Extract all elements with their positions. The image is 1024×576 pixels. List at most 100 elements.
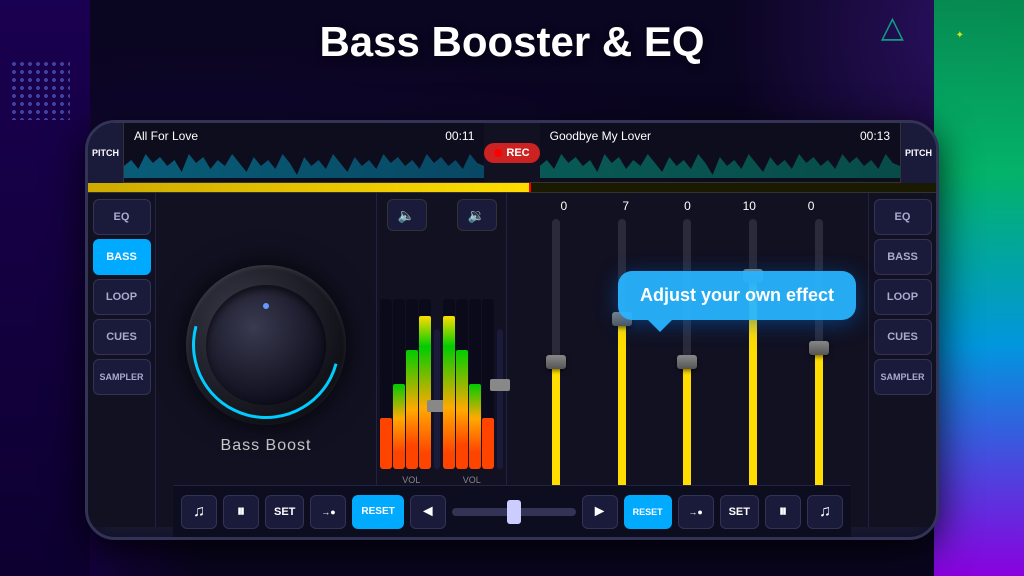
waveform-visual-right — [540, 148, 900, 178]
vol-left-label: VOL — [402, 475, 420, 485]
transport-arrow-rec-left[interactable]: →● — [310, 495, 346, 529]
eq-fill-910hz — [683, 362, 691, 505]
pitch-left-label: PITCH — [92, 148, 119, 158]
vu-meters-area: 🔈 🔉 — [376, 193, 506, 527]
vu-bar-2 — [393, 299, 405, 469]
vu-bar-3 — [406, 299, 418, 469]
fader-right-track[interactable] — [497, 329, 503, 469]
eq-fill-14khz — [815, 348, 823, 505]
eq-values-row: 0 7 0 10 0 — [513, 197, 862, 215]
star-decoration: ✦ — [956, 30, 964, 41]
eq-fill-230hz — [618, 319, 626, 505]
left-cues-button[interactable]: CUES — [93, 319, 151, 355]
eq-slider-910hz-track[interactable] — [683, 219, 691, 505]
eq-sliders-row: 60HZ 230HZ 910HZ — [513, 215, 862, 523]
timeline-marker — [529, 183, 531, 192]
vol-labels-row: VOL VOL — [381, 475, 502, 485]
left-sampler-button[interactable]: SAMPLER — [93, 359, 151, 395]
eq-handle-910hz[interactable] — [677, 355, 697, 369]
knob-indicator — [262, 302, 270, 310]
eq-slider-230hz-track[interactable] — [618, 219, 626, 505]
knob-area: Bass Boost — [156, 193, 376, 527]
eq-value-4: 10 — [729, 199, 769, 213]
transport-reset-right[interactable]: RESET — [624, 495, 672, 529]
left-loop-button[interactable]: LOOP — [93, 279, 151, 315]
rec-button[interactable]: REC — [484, 143, 539, 163]
right-cues-button[interactable]: CUES — [874, 319, 932, 355]
left-bass-button[interactable]: BASS — [93, 239, 151, 275]
main-content: EQ BASS LOOP CUES SAMPLER Bass Boost 🔈 🔉 — [88, 193, 936, 527]
eq-value-5: 0 — [791, 199, 831, 213]
adjust-effect-tooltip: Adjust your own effect — [618, 271, 856, 320]
pitch-right-button[interactable]: PITCH — [900, 123, 936, 183]
right-loop-button[interactable]: LOOP — [874, 279, 932, 315]
fader-right-handle[interactable] — [490, 379, 510, 391]
vu-bar-5 — [443, 299, 455, 469]
transport-pause-left[interactable]: ⏸ — [223, 495, 259, 529]
eq-value-3: 0 — [667, 199, 707, 213]
bass-knob[interactable] — [186, 265, 346, 425]
fader-left-col — [434, 329, 440, 469]
right-bass-button[interactable]: BASS — [874, 239, 932, 275]
vu-bar-6 — [456, 299, 468, 469]
eq-slider-230hz: 230HZ — [589, 219, 655, 519]
eq-handle-14khz[interactable] — [809, 341, 829, 355]
tooltip-text: Adjust your own effect — [640, 285, 834, 305]
right-track-time: 00:13 — [860, 129, 890, 143]
eq-slider-3khz-track[interactable] — [749, 219, 757, 505]
eq-slider-14khz-track[interactable] — [815, 219, 823, 505]
vu-bar-1 — [380, 299, 392, 469]
eq-area: 0 7 0 10 0 60HZ — [506, 193, 868, 527]
timeline-bar[interactable] — [88, 183, 936, 193]
waveform-left: All For Love 00:11 — [124, 123, 484, 182]
right-controls-panel: EQ BASS LOOP CUES SAMPLER — [868, 193, 936, 527]
rec-label: REC — [506, 147, 529, 159]
left-track-time: 00:11 — [445, 129, 474, 143]
transport-progress-handle[interactable] — [507, 500, 521, 524]
left-controls-panel: EQ BASS LOOP CUES SAMPLER — [88, 193, 156, 527]
waveform-fill-right — [540, 148, 900, 178]
transport-music-left[interactable]: ♫ — [181, 495, 217, 529]
right-sampler-button[interactable]: SAMPLER — [874, 359, 932, 395]
side-right-decoration — [934, 0, 1024, 576]
transport-pause-right[interactable]: ⏸ — [765, 495, 801, 529]
left-eq-button[interactable]: EQ — [93, 199, 151, 235]
left-track-name: All For Love — [134, 129, 198, 143]
fader-right-col — [497, 329, 503, 469]
transport-prev[interactable]: ◄ — [410, 495, 446, 529]
side-left-decoration — [0, 0, 90, 576]
volume-right-icon-btn[interactable]: 🔉 — [457, 199, 497, 231]
knob-label: Bass Boost — [221, 437, 312, 455]
vu-icons-row: 🔈 🔉 — [387, 199, 497, 231]
eq-value-2: 7 — [606, 199, 646, 213]
pitch-right-label: PITCH — [905, 148, 932, 158]
transport-set-left[interactable]: SET — [265, 495, 304, 529]
timeline-fill — [88, 183, 529, 192]
waveform-visual-left — [124, 148, 484, 178]
eq-slider-3khz: 3KHZ — [720, 219, 786, 519]
waveform-fill-left — [124, 148, 484, 178]
fader-left-track[interactable] — [434, 329, 440, 469]
transport-next[interactable]: ► — [582, 495, 618, 529]
transport-reset-left[interactable]: RESET — [352, 495, 403, 529]
volume-left-icon-btn[interactable]: 🔈 — [387, 199, 427, 231]
phone-frame: Adjust your own effect PITCH All For Lov… — [85, 120, 939, 540]
eq-slider-60hz: 60HZ — [523, 219, 589, 519]
pitch-left-button[interactable]: PITCH — [88, 123, 124, 183]
transport-progress-track[interactable] — [452, 508, 576, 516]
rec-dot — [494, 149, 502, 157]
eq-slider-60hz-track[interactable] — [552, 219, 560, 505]
vol-right-label: VOL — [463, 475, 481, 485]
transport-music-right[interactable]: ♫ — [807, 495, 843, 529]
waveform-right: Goodbye My Lover 00:13 — [540, 123, 900, 182]
eq-handle-60hz[interactable] — [546, 355, 566, 369]
right-track-name: Goodbye My Lover — [550, 129, 651, 143]
knob-inner — [206, 285, 326, 405]
transport-set-right[interactable]: SET — [720, 495, 759, 529]
vu-meter-group — [380, 237, 503, 473]
right-eq-button[interactable]: EQ — [874, 199, 932, 235]
transport-bar: ♫ ⏸ SET →● RESET ◄ ► RESET →● SET ⏸ ♫ — [173, 485, 851, 537]
waveform-bar: PITCH All For Love 00:11 REC Goodbye My … — [88, 123, 936, 183]
transport-arrow-rec-right[interactable]: →● — [678, 495, 714, 529]
vu-left-channel — [380, 319, 431, 469]
